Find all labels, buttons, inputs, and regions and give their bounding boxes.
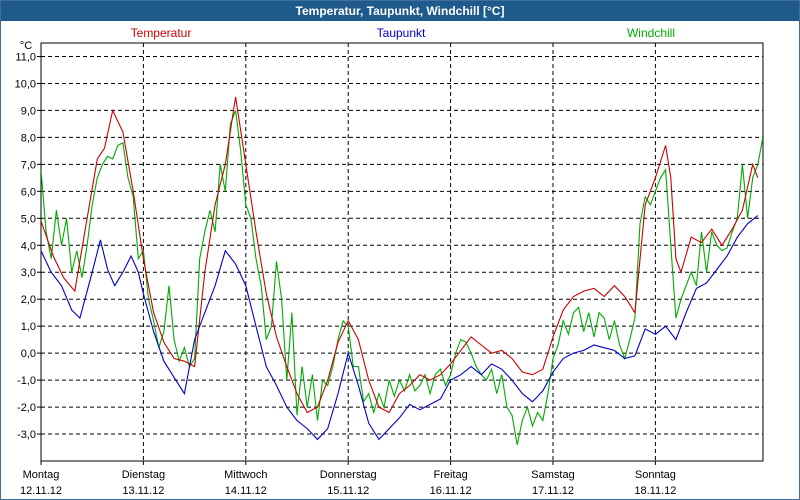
y-tick-label: -2,0: [17, 402, 36, 414]
x-tick-label-date: 17.11.12: [532, 485, 574, 497]
x-tick-label-date: 14.11.12: [225, 485, 267, 497]
x-tick-label-day: Sonntag: [635, 469, 676, 481]
y-tick-label: 2,0: [21, 294, 36, 306]
x-tick-label-day: Samstag: [531, 469, 574, 481]
x-tick-label-day: Montag: [23, 469, 60, 481]
y-axis-unit: °C: [20, 40, 32, 52]
x-tick-label-date: 16.11.12: [430, 485, 472, 497]
x-tick-label-day: Mittwoch: [224, 469, 267, 481]
chart-title: Temperatur, Taupunkt, Windchill [°C]: [1, 1, 799, 21]
y-tick-label: 11,0: [15, 51, 36, 63]
chart-canvas: 11,0 10,0 9,0 8,0 7,0 6,0 5,0 4,0 3,0 2,0 1,0 0,0 -1…: [15, 26, 764, 497]
y-tick-label: 0,0: [21, 348, 36, 360]
x-tick-label-day: Dienstag: [122, 469, 165, 481]
x-tick-label-date: 15.11.12: [327, 485, 369, 497]
y-tick-label: 4,0: [21, 240, 36, 252]
x-tick-label-date: 12.11.12: [20, 485, 62, 497]
x-tick-label-day: Freitag: [433, 469, 467, 481]
x-tick-label-date: 13.11.12: [122, 485, 164, 497]
y-tick-label: -1,0: [17, 375, 36, 387]
legend-windchill: Windchill: [627, 26, 675, 40]
chart-window: Temperatur, Taupunkt, Windchill [°C] 11,…: [0, 0, 800, 500]
y-tick-label: 8,0: [21, 132, 36, 144]
y-tick-label: 6,0: [21, 186, 36, 198]
y-tick-label: 9,0: [21, 105, 36, 117]
y-tick-label: 1,0: [21, 321, 36, 333]
y-tick-label: 3,0: [21, 267, 36, 279]
y-tick-label: 5,0: [21, 213, 36, 225]
y-tick-label: 7,0: [21, 159, 36, 171]
x-tick-label-date: 18.11.12: [634, 485, 676, 497]
y-tick-label: -3,0: [17, 429, 36, 441]
legend-taupunkt: Taupunkt: [377, 26, 426, 40]
y-tick-label: 10,0: [15, 78, 36, 90]
x-tick-label-day: Donnerstag: [320, 469, 377, 481]
legend-temperatur: Temperatur: [131, 26, 192, 40]
plot-area: [40, 42, 764, 462]
